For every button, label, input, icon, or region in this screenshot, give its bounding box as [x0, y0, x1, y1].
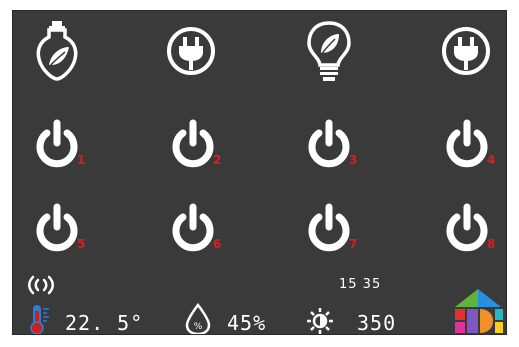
power-button-label: 7 [349, 237, 358, 251]
temperature-value: 22. 5° [65, 311, 144, 335]
power-button-3[interactable] [305, 119, 353, 169]
power-button-label: 5 [77, 237, 86, 251]
smart-home-logo-icon[interactable] [451, 287, 505, 334]
humidity-drop-icon: % [183, 302, 213, 334]
light-value: 350 [357, 311, 397, 335]
power-button-5[interactable] [33, 203, 81, 253]
power-button-4[interactable] [443, 119, 491, 169]
thermometer-icon [27, 303, 53, 334]
power-icon [172, 203, 214, 252]
power-icon [308, 119, 350, 168]
power-button-8[interactable] [443, 203, 491, 253]
power-button-2[interactable] [169, 119, 217, 169]
power-button-7[interactable] [305, 203, 353, 253]
power-button-label: 3 [349, 153, 358, 167]
control-panel-screen: 1 2 3 4 5 6 7 8 15 35 22. 5° % 45% 350 [12, 10, 507, 335]
power-button-label: 4 [487, 153, 496, 167]
leaf-bulb-icon[interactable] [301, 19, 357, 83]
power-button-1[interactable] [33, 119, 81, 169]
wireless-signal-icon [23, 272, 59, 298]
plug-icon[interactable] [163, 19, 219, 83]
brightness-icon [303, 307, 337, 334]
eco-bulb-icon[interactable] [29, 19, 85, 83]
power-icon [446, 119, 488, 168]
power-icon [308, 203, 350, 252]
clock-time: 15 35 [339, 277, 382, 292]
power-button-label: 6 [213, 237, 222, 251]
humidity-value: 45% [227, 311, 267, 335]
plug-icon[interactable] [438, 19, 494, 83]
power-button-label: 8 [487, 237, 496, 251]
power-icon [36, 203, 78, 252]
power-icon [446, 203, 488, 252]
power-icon [36, 119, 78, 168]
power-button-label: 2 [213, 153, 222, 167]
power-button-6[interactable] [169, 203, 217, 253]
svg-text:%: % [194, 322, 203, 332]
power-button-label: 1 [77, 153, 86, 167]
power-icon [172, 119, 214, 168]
